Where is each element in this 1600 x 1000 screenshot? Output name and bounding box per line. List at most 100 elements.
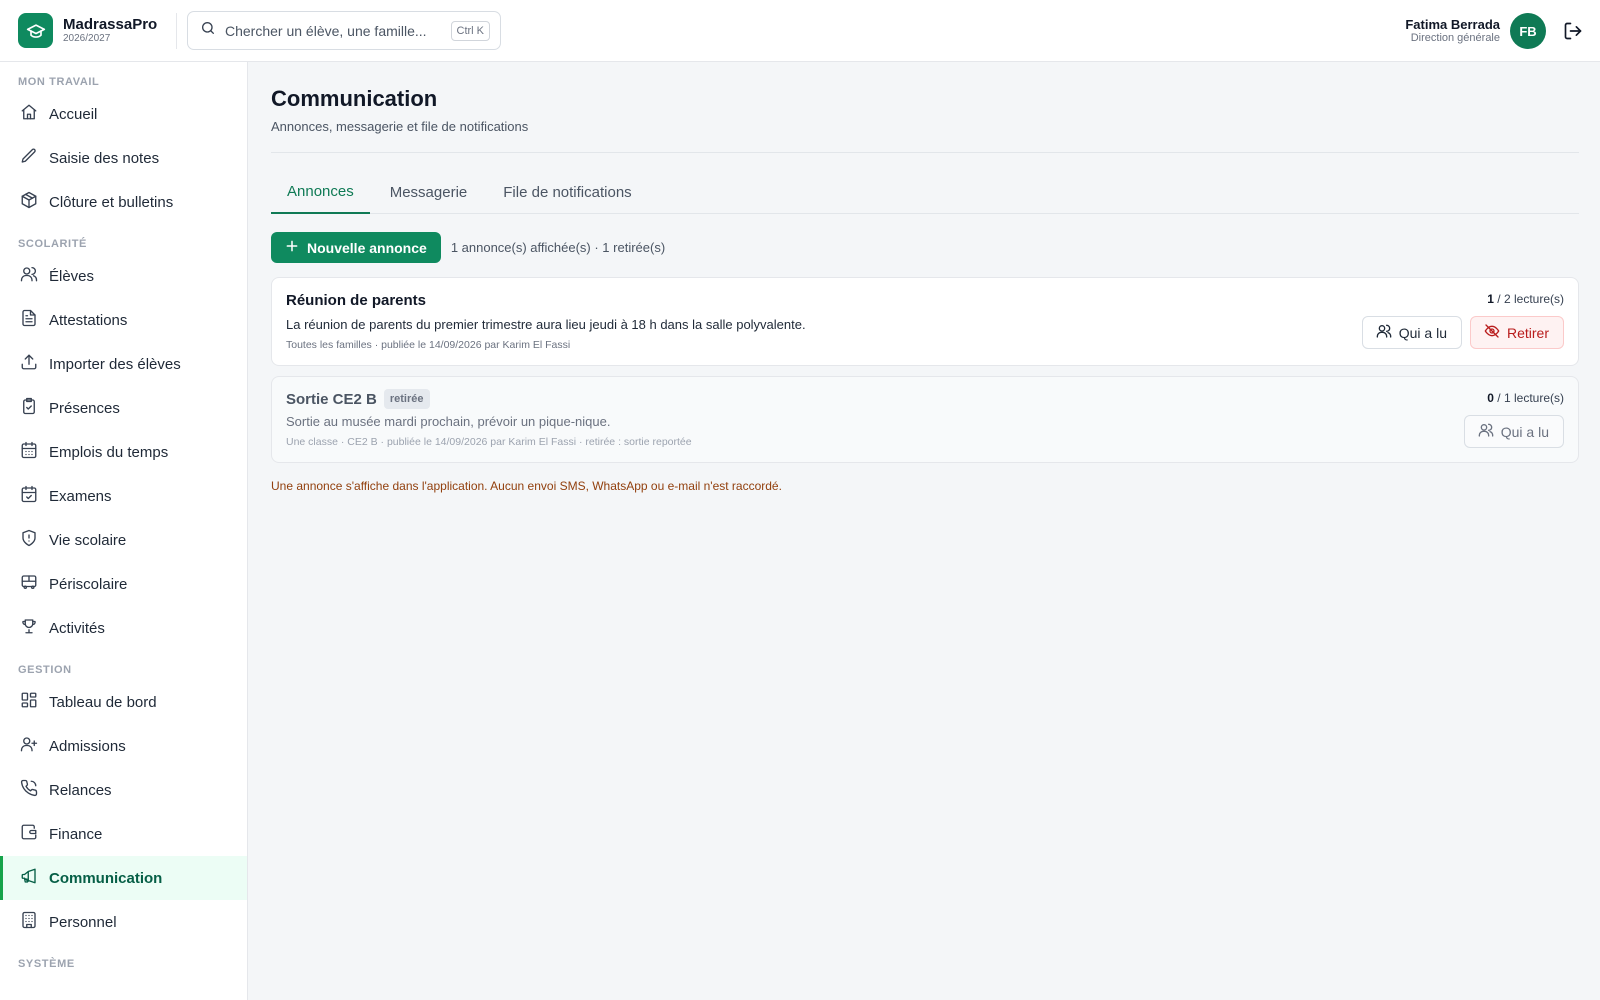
brand[interactable]: MadrassaPro 2026/2027 — [0, 13, 176, 48]
header-divider — [176, 12, 177, 49]
sidebar-item-label: Admissions — [49, 737, 126, 755]
user-plus-icon — [20, 735, 38, 757]
logout-icon[interactable] — [1562, 20, 1584, 42]
avatar[interactable]: FB — [1510, 13, 1546, 49]
read-count-total: / 1 lecture(s) — [1493, 391, 1564, 405]
sidebar-item-presences[interactable]: Présences — [0, 386, 247, 430]
school-year: 2026/2027 — [63, 33, 111, 45]
page-title: Communication — [271, 86, 438, 111]
sidebar-item-label: Clôture et bulletins — [49, 193, 174, 211]
sidebar-item-periscolaire[interactable]: Périscolaire — [0, 562, 247, 606]
announcement-count: 1 annonce(s) affichée(s) · 1 retirée(s) — [450, 240, 666, 255]
search-shortcut: Ctrl K — [450, 20, 490, 41]
sidebar-item-admissions[interactable]: Admissions — [0, 724, 247, 768]
who-read-label: Qui a lu — [1398, 324, 1447, 341]
sidebar-item-label: Élèves — [49, 267, 95, 285]
top-bar: MadrassaPro 2026/2027 Chercher un élève,… — [0, 0, 1600, 62]
shield-icon — [20, 529, 38, 551]
sidebar-item-activites[interactable]: Activités — [0, 606, 247, 650]
calendar-check-icon — [20, 485, 38, 507]
sidebar-item-cloture-et-bulletins[interactable]: Clôture et bulletins — [0, 180, 247, 224]
info-note: Une annonce s'affiche dans l'application… — [271, 479, 782, 493]
sidebar-section-title: SCOLARITÉ — [18, 238, 87, 250]
sidebar-item-importer-des-eleves[interactable]: Importer des élèves — [0, 342, 247, 386]
announcement-card: Réunion de parents La réunion de parents… — [271, 277, 1579, 366]
page-subtitle: Annonces, messagerie et file de notifica… — [271, 119, 529, 134]
who-read-button[interactable]: Qui a lu — [1361, 316, 1462, 349]
sidebar-item-saisie-des-notes[interactable]: Saisie des notes — [0, 136, 247, 180]
announcement-title: Sortie CE2 B — [286, 390, 377, 408]
sidebar-item-communication[interactable]: Communication — [0, 856, 247, 900]
sidebar: MON TRAVAIL Accueil Saisie des notes Clôtur… — [0, 62, 248, 1000]
sidebar-item-relances[interactable]: Relances — [0, 768, 247, 812]
plus-icon — [285, 239, 299, 256]
sidebar-item-label: Accueil — [49, 105, 98, 123]
who-read-button[interactable]: Qui a lu — [1463, 415, 1564, 448]
new-announcement-label: Nouvelle annonce — [307, 239, 427, 256]
sidebar-item-label: Communication — [49, 869, 163, 887]
tab-annonces[interactable]: Annonces — [271, 171, 370, 214]
search-input[interactable]: Chercher un élève, une famille... Ctrl K — [187, 11, 501, 50]
read-count: 1 / 2 lecture(s) — [1487, 292, 1564, 306]
sidebar-section-title: SYSTÈME — [18, 958, 75, 970]
building-icon — [20, 911, 38, 933]
tab-messagerie[interactable]: Messagerie — [374, 171, 484, 214]
tab-file-notifications[interactable]: File de notifications — [487, 171, 647, 214]
announcement-title: Réunion de parents — [286, 292, 427, 309]
upload-icon — [20, 353, 38, 375]
sidebar-item-attestations[interactable]: Attestations — [0, 298, 247, 342]
users-icon — [1478, 422, 1494, 441]
user-role: Direction générale — [1410, 32, 1500, 45]
read-count-total: / 2 lecture(s) — [1493, 292, 1564, 306]
sidebar-item-personnel[interactable]: Personnel — [0, 900, 247, 944]
bus-icon — [20, 573, 38, 595]
phone-icon — [20, 779, 38, 801]
graduation-cap-icon — [18, 13, 53, 48]
search-placeholder: Chercher un élève, une famille... — [225, 22, 427, 39]
sidebar-item-label: Finance — [49, 825, 103, 843]
sidebar-item-eleves[interactable]: Élèves — [0, 254, 247, 298]
sidebar-item-vie-scolaire[interactable]: Vie scolaire — [0, 518, 247, 562]
sidebar-item-accueil[interactable]: Accueil — [0, 92, 247, 136]
read-count: 0 / 1 lecture(s) — [1487, 391, 1564, 405]
new-announcement-button[interactable]: Nouvelle annonce — [271, 232, 441, 263]
sidebar-item-label: Emplois du temps — [49, 443, 169, 461]
sidebar-item-tableau-de-bord[interactable]: Tableau de bord — [0, 680, 247, 724]
megaphone-icon — [20, 867, 38, 889]
sidebar-item-label: Activités — [49, 619, 105, 637]
who-read-label: Qui a lu — [1500, 423, 1549, 440]
sidebar-item-emplois-du-temps[interactable]: Emplois du temps — [0, 430, 247, 474]
user-menu: Fatima Berrada Direction générale FB — [1405, 0, 1584, 62]
sidebar-item-label: Attestations — [49, 311, 128, 329]
search-icon — [200, 20, 216, 41]
users-icon — [20, 265, 38, 287]
wallet-icon — [20, 823, 38, 845]
sidebar-item-label: Importer des élèves — [49, 355, 181, 373]
read-count-value: 0 — [1487, 391, 1494, 405]
sidebar-item-finance[interactable]: Finance — [0, 812, 247, 856]
sidebar-item-examens[interactable]: Examens — [0, 474, 247, 518]
brand-name: MadrassaPro — [63, 16, 158, 34]
withdraw-button[interactable]: Retirer — [1469, 316, 1564, 349]
announcement-card: Sortie CE2 B retirée Sortie au musée mar… — [271, 376, 1579, 463]
withdraw-label: Retirer — [1506, 324, 1549, 341]
clipboard-check-icon — [20, 397, 38, 419]
tab-bar: Annonces Messagerie File de notification… — [271, 171, 1579, 214]
pencil-icon — [20, 147, 38, 169]
users-icon — [1376, 323, 1392, 342]
sidebar-item-label: Examens — [49, 487, 112, 505]
sidebar-item-label: Saisie des notes — [49, 149, 160, 167]
sidebar-item-label: Périscolaire — [49, 575, 128, 593]
sidebar-section-title: MON TRAVAIL — [18, 76, 100, 88]
read-count-value: 1 — [1487, 292, 1494, 306]
status-badge: retirée — [383, 389, 430, 409]
sidebar-item-label: Relances — [49, 781, 112, 799]
sidebar-section-title: GESTION — [18, 664, 72, 676]
divider — [271, 152, 1579, 153]
sidebar-item-label: Présences — [49, 399, 120, 417]
main-content: Communication Annonces, messagerie et fi… — [271, 62, 1579, 493]
trophy-icon — [20, 617, 38, 639]
package-icon — [20, 191, 38, 213]
home-icon — [20, 103, 38, 125]
sidebar-item-label: Personnel — [49, 913, 117, 931]
